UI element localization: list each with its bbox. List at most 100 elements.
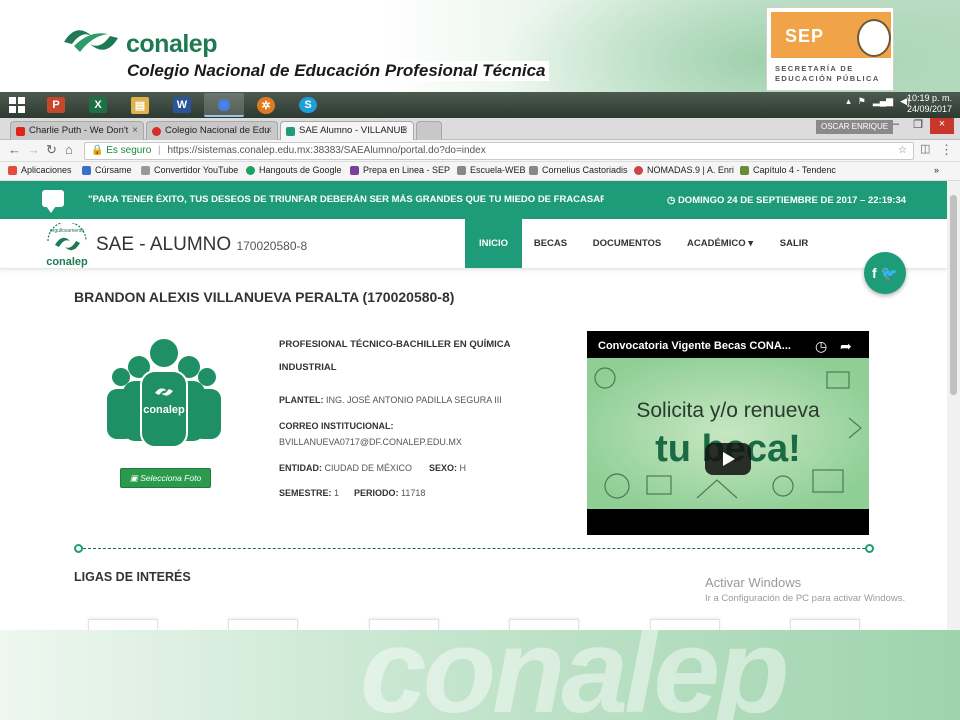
taskbar-app-powerpoint[interactable]: P xyxy=(36,93,76,117)
reload-icon[interactable]: ↻ xyxy=(46,142,57,158)
link-card[interactable] xyxy=(790,619,860,630)
tab-label: Charlie Puth - We Don't xyxy=(29,125,129,136)
bookmark-label: Aplicaciones xyxy=(21,165,72,175)
share-icon[interactable]: ➦ xyxy=(840,338,852,355)
nav-becas[interactable]: BECAS xyxy=(527,219,574,268)
start-button[interactable] xyxy=(0,92,34,118)
nomadas-icon xyxy=(634,166,643,175)
chevron-up-icon[interactable]: ▴ xyxy=(846,96,851,107)
tab-sae-alumno[interactable]: SAE Alumno - VILLANUE × xyxy=(280,121,414,140)
periodo-label: PERIODO: xyxy=(354,488,399,498)
extension-icon[interactable]: ◫ xyxy=(920,142,930,155)
taskbar-app-settings[interactable]: ✲ xyxy=(246,93,286,117)
lock-icon: 🔒 xyxy=(91,145,104,156)
bookmark-prepa[interactable]: Prepa en Linea - SEP xyxy=(350,165,450,175)
bookmark-castoriadis[interactable]: Cornelius Castoriadis xyxy=(529,165,628,175)
more-bookmarks-icon[interactable]: » xyxy=(934,165,939,175)
window-close-icon[interactable]: × xyxy=(930,118,954,134)
bookmark-label: Cornelius Castoriadis xyxy=(542,165,628,175)
url-divider: | xyxy=(158,145,161,156)
video-player[interactable]: Convocatoria Vigente Becas CONA... ◷ ➦ S… xyxy=(587,331,869,535)
tab-colegio-nacional[interactable]: Colegio Nacional de Edu × xyxy=(146,121,278,140)
conalep-full-name: Colegio Nacional de Educación Profesiona… xyxy=(124,61,549,81)
nav-inicio[interactable]: INICIO xyxy=(465,219,522,268)
semestre-value: 1 xyxy=(334,488,340,498)
correo-label-row: CORREO INSTITUCIONAL: xyxy=(279,421,394,431)
link-card[interactable] xyxy=(228,619,298,630)
url-input[interactable]: 🔒 Es seguro | https://sistemas.conalep.e… xyxy=(84,142,914,160)
emblem-tagline: orgullosamente xyxy=(50,228,84,234)
link-card[interactable] xyxy=(369,619,439,630)
scroll-thumb[interactable] xyxy=(950,195,957,395)
youtube-icon xyxy=(16,127,25,136)
bookmark-escuela-web[interactable]: Escuela-WEB xyxy=(457,165,526,175)
back-arrow-icon[interactable]: ← xyxy=(8,142,21,157)
ligas-heading: LIGAS DE INTERÉS xyxy=(74,570,191,584)
footer-watermark: conalep xyxy=(360,630,789,720)
entidad-label: ENTIDAD: xyxy=(279,463,322,473)
close-icon[interactable]: × xyxy=(402,125,408,136)
taskbar-app-skype[interactable]: S xyxy=(288,93,328,117)
semestre-row: SEMESTRE: 1 xyxy=(279,488,339,498)
bookmarks-bar: Aplicaciones Cúrsame Convertidor YouTube… xyxy=(0,162,960,181)
speech-bubble-icon xyxy=(42,190,64,213)
select-photo-label: Selecciona Foto xyxy=(140,473,202,483)
bookmark-capitulo[interactable]: Capítulo 4 - Tendenc xyxy=(740,165,836,175)
signal-icon[interactable]: ▂▄▆ xyxy=(873,96,893,107)
url-text: https://sistemas.conalep.edu.mx:38383/SA… xyxy=(167,145,486,156)
taskbar-app-word[interactable]: W xyxy=(162,93,202,117)
slide-header: conalep Colegio Nacional de Educación Pr… xyxy=(0,0,960,92)
divider-dot-left xyxy=(74,544,83,553)
taskbar-app-excel[interactable]: X xyxy=(78,93,118,117)
plantel-value: ING. JOSÉ ANTONIO PADILLA SEGURA III xyxy=(326,395,502,405)
home-icon[interactable]: ⌂ xyxy=(65,142,73,157)
career-name: PROFESIONAL TÉCNICO-BACHILLER EN QUÍMICA… xyxy=(279,339,511,373)
bookmark-cursame[interactable]: Cúrsame xyxy=(82,165,132,175)
social-share-button[interactable]: f 🐦 xyxy=(864,252,906,294)
entidad-row: ENTIDAD: CIUDAD DE MÉXICO xyxy=(279,463,412,473)
link-card[interactable] xyxy=(88,619,158,630)
forward-arrow-icon[interactable]: → xyxy=(27,142,40,157)
minimize-icon[interactable]: – xyxy=(884,118,908,134)
address-bar: ← → ↻ ⌂ 🔒 Es seguro | https://sistemas.c… xyxy=(0,140,960,162)
close-icon[interactable]: × xyxy=(266,125,272,136)
prepa-icon xyxy=(350,166,359,175)
profile-chip[interactable]: OSCAR ENRIQUE xyxy=(816,120,894,134)
tab-charlie-puth[interactable]: Charlie Puth - We Don't × xyxy=(10,121,144,140)
close-icon[interactable]: × xyxy=(132,125,138,136)
flag-icon[interactable]: ⚑ xyxy=(858,96,866,107)
bookmark-label: Escuela-WEB xyxy=(470,165,526,175)
conalep-favicon-icon xyxy=(152,127,161,136)
sexo-value: H xyxy=(459,463,467,473)
select-photo-button[interactable]: ▣ Selecciona Foto xyxy=(120,468,211,488)
taskbar-app-file-explorer[interactable]: ▤ xyxy=(120,93,160,117)
new-tab-button[interactable] xyxy=(416,121,442,140)
nav-academico[interactable]: ACADÉMICO ▾ xyxy=(682,219,758,268)
watch-later-icon[interactable]: ◷ xyxy=(815,338,827,355)
bookmark-convertidor[interactable]: Convertidor YouTube xyxy=(141,165,238,175)
bookmark-nomadas[interactable]: NOMADAS.9 | A. Enri xyxy=(634,165,734,175)
slide-footer: conalep xyxy=(0,630,960,720)
bookmark-label: Cúrsame xyxy=(95,165,132,175)
clock-date: 24/09/2017 xyxy=(906,104,952,114)
bookmark-apps[interactable]: Aplicaciones xyxy=(8,165,72,175)
taskbar-clock[interactable]: 10:19 p. m. 24/09/2017 xyxy=(907,93,952,115)
bookmark-label: Capítulo 4 - Tendenc xyxy=(753,165,836,175)
star-icon[interactable]: ☆ xyxy=(898,143,907,159)
link-card[interactable] xyxy=(509,619,579,630)
apps-grid-icon xyxy=(8,166,17,175)
activate-windows-title: Activar Windows xyxy=(705,575,802,590)
nav-documentos[interactable]: DOCUMENTOS xyxy=(587,219,667,268)
app-title-id: 170020580-8 xyxy=(236,239,308,253)
restore-icon[interactable]: ❐ xyxy=(906,118,930,134)
play-button[interactable] xyxy=(705,443,751,475)
link-card[interactable] xyxy=(650,619,720,630)
menu-icon[interactable]: ⋮ xyxy=(940,142,953,158)
system-tray: ▴ ⚑ ▂▄▆ ◀) xyxy=(846,96,910,107)
bookmark-hangouts[interactable]: Hangouts de Google xyxy=(246,165,342,175)
tab-label: Colegio Nacional de Edu xyxy=(165,125,270,136)
nav-salir[interactable]: SALIR xyxy=(772,219,816,268)
chrome-icon: ◉ xyxy=(217,96,231,113)
taskbar-app-chrome[interactable]: ◉ xyxy=(204,93,244,117)
page-scrollbar[interactable] xyxy=(947,181,960,630)
